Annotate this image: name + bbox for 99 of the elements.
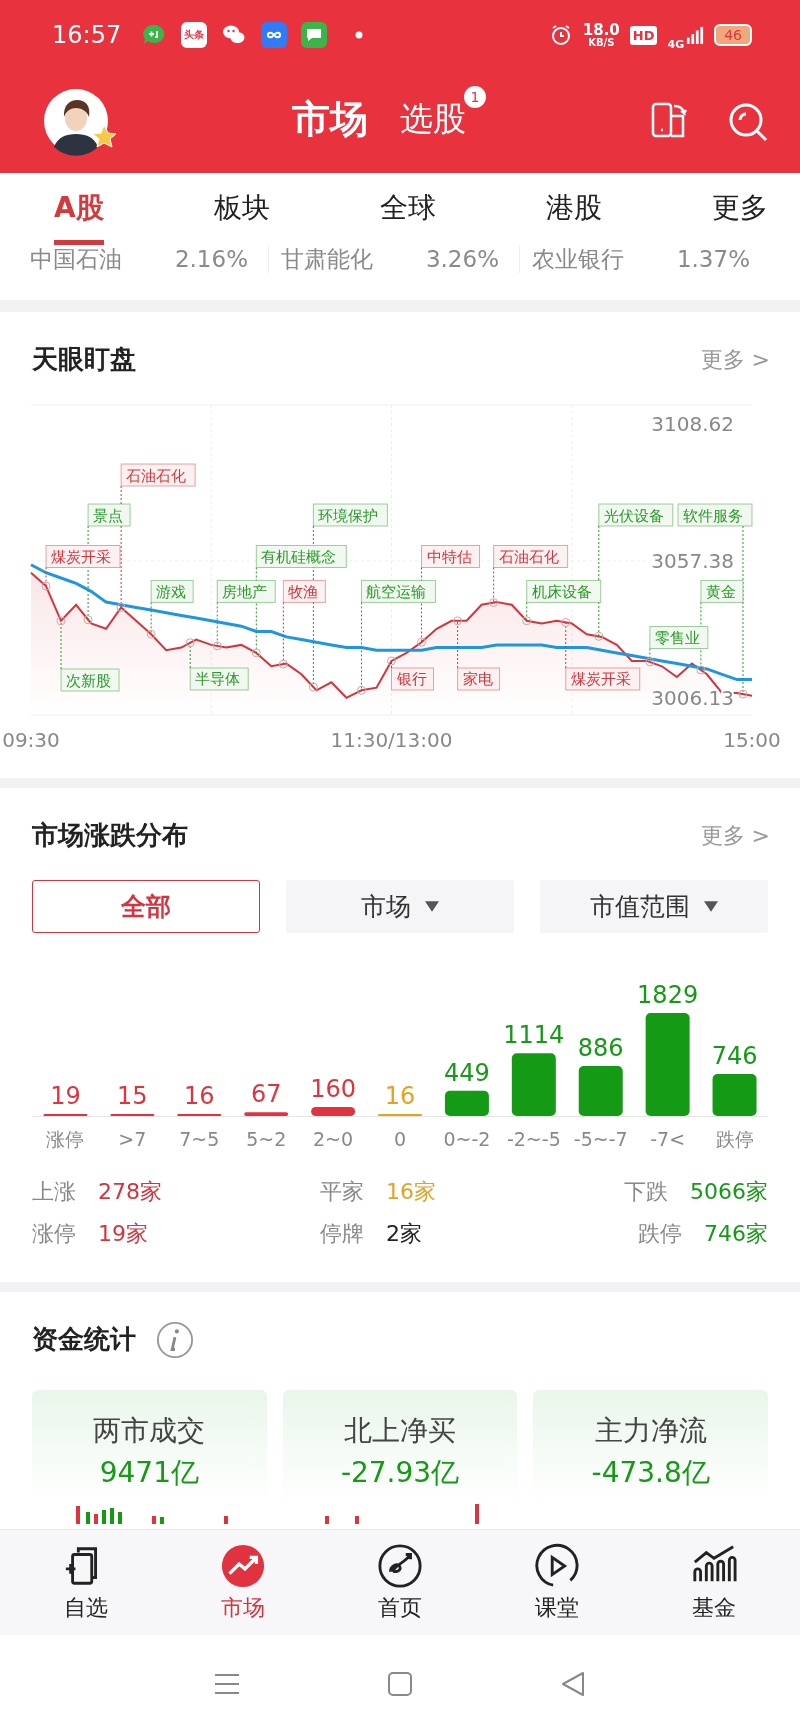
nav-item[interactable]: 课堂 [506, 1542, 607, 1623]
news-app-icon: 头条 [181, 22, 208, 48]
filter-button[interactable]: 全部 [32, 880, 260, 933]
stat-value: 746家 [704, 1220, 768, 1248]
time-label: 09:30 [2, 728, 60, 752]
nav-item[interactable]: 市场 [193, 1542, 294, 1623]
sector-tag[interactable]: 煤炭开采 [565, 667, 641, 691]
nav-item[interactable]: 首页 [350, 1542, 450, 1623]
category-label: >7 [118, 1128, 147, 1150]
fund-value: 9471亿 [99, 1455, 199, 1491]
sector-tag[interactable]: 软件服务 [677, 503, 753, 527]
hd-badge: HD [629, 25, 658, 45]
bar-value: 67 [250, 1080, 282, 1109]
sector-tag[interactable]: 有机硅概念 [255, 545, 347, 568]
market-tab[interactable]: 全球 [379, 173, 436, 245]
axis-label: 3006.13 [651, 686, 734, 710]
stock-name: 中国石油 [30, 245, 122, 273]
stat-label: 下跌 [624, 1178, 668, 1206]
network-type: 4G [667, 37, 685, 51]
sector-tag[interactable]: 游戏 [150, 579, 194, 603]
bar-value: 886 [577, 1034, 624, 1063]
stat-label: 涨停 [32, 1220, 76, 1248]
more-link[interactable]: 更多 > [700, 820, 770, 851]
bar-value: 16 [384, 1082, 416, 1110]
category-label: -2~-5 [506, 1128, 561, 1150]
stat-value: 16家 [386, 1178, 436, 1206]
section-title: 资金统计 [32, 1323, 136, 1356]
stock-change: 2.16% [174, 245, 248, 273]
sector-tag[interactable]: 机床设备 [526, 579, 602, 603]
stock-change: 1.37% [676, 245, 750, 273]
stat-value: 19家 [98, 1220, 148, 1248]
category-label: -7< [650, 1128, 686, 1150]
stat-value: 2家 [386, 1220, 422, 1248]
stat-label: 平家 [320, 1178, 364, 1206]
sector-tag[interactable]: 石油石化 [120, 463, 196, 487]
stock-name: 农业银行 [532, 245, 624, 273]
category-label: 5~2 [246, 1128, 287, 1150]
sector-tag[interactable]: 零售业 [649, 626, 709, 649]
sector-tag[interactable]: 煤炭开采 [45, 545, 121, 568]
stock-name: 甘肃能化 [281, 245, 373, 273]
sector-tag[interactable]: 黄金 [700, 579, 744, 603]
category-label: 2~0 [313, 1128, 354, 1150]
stat-value: 5066家 [690, 1178, 768, 1206]
market-tab[interactable]: 港股 [545, 173, 602, 245]
sector-tag[interactable]: 景点 [87, 503, 131, 527]
sector-tag[interactable]: 半导体 [189, 667, 249, 691]
sector-tag[interactable]: 次新股 [60, 668, 120, 692]
page-title: 市场 [292, 95, 368, 143]
fund-value: -473.8亿 [591, 1455, 710, 1491]
nav-item[interactable]: 自选 [36, 1542, 137, 1623]
market-tab[interactable]: 更多 [712, 173, 768, 245]
sector-tag[interactable]: 航空运输 [360, 579, 436, 603]
battery-level: 46 [714, 24, 752, 46]
sector-tag[interactable]: 牧渔 [282, 579, 326, 603]
fund-title: 两市成交 [93, 1413, 206, 1449]
clock-time: 16:57 [52, 21, 122, 49]
sector-tag[interactable]: 银行 [391, 667, 434, 691]
fund-title: 北上净买 [344, 1413, 456, 1449]
stat-label: 上涨 [32, 1178, 76, 1206]
axis-label: 3108.62 [651, 412, 734, 436]
more-link[interactable]: 更多 > [700, 344, 770, 375]
category-label: 涨停 [46, 1128, 85, 1150]
bar-value: 449 [444, 1058, 490, 1087]
filter-button[interactable]: 市值范围 [540, 880, 768, 933]
filter-button[interactable]: 市场 [286, 880, 514, 933]
stat-label: 停牌 [320, 1220, 364, 1248]
category-label: -5~-7 [573, 1128, 628, 1150]
stock-pick-tab[interactable]: 选股 [400, 96, 466, 142]
time-label: 11:30/13:00 [330, 728, 453, 752]
sector-tag[interactable]: 光伏设备 [598, 503, 674, 527]
bar-value: 746 [711, 1042, 758, 1070]
stat-value: 278家 [98, 1178, 162, 1206]
category-label: 7~5 [179, 1128, 220, 1150]
sector-tag[interactable]: 环境保护 [312, 503, 388, 527]
sector-tag[interactable]: 石油石化 [493, 545, 569, 568]
section-title: 市场涨跌分布 [32, 819, 188, 852]
fund-title: 主力净流 [594, 1413, 707, 1449]
axis-label: 3057.38 [651, 549, 734, 573]
sector-tag[interactable]: 房地产 [216, 579, 276, 603]
category-label: 0~-2 [443, 1128, 491, 1150]
bar-value: 160 [310, 1075, 356, 1103]
section-title: 天眼盯盘 [32, 343, 136, 376]
stat-label: 跌停 [638, 1220, 682, 1248]
category-label: 跌停 [715, 1128, 754, 1150]
fund-value: -27.93亿 [340, 1455, 460, 1491]
market-tab[interactable]: 板块 [213, 173, 270, 245]
bar-value: 1829 [637, 981, 699, 1009]
sector-tag[interactable]: 中特估 [421, 545, 481, 568]
stock-change: 3.26% [425, 245, 499, 273]
nav-item[interactable]: 基金 [663, 1542, 764, 1623]
category-label: 0 [393, 1128, 407, 1150]
bar-value: 15 [117, 1082, 148, 1110]
bar-value: 16 [184, 1082, 215, 1110]
notification-badge: 1 [464, 86, 486, 108]
time-label: 15:00 [723, 728, 781, 752]
sector-tag[interactable]: 家电 [457, 667, 501, 691]
bar-value: 19 [50, 1082, 81, 1110]
network-speed: 18.0 KB/S [582, 22, 620, 48]
bar-value: 1114 [503, 1021, 565, 1050]
